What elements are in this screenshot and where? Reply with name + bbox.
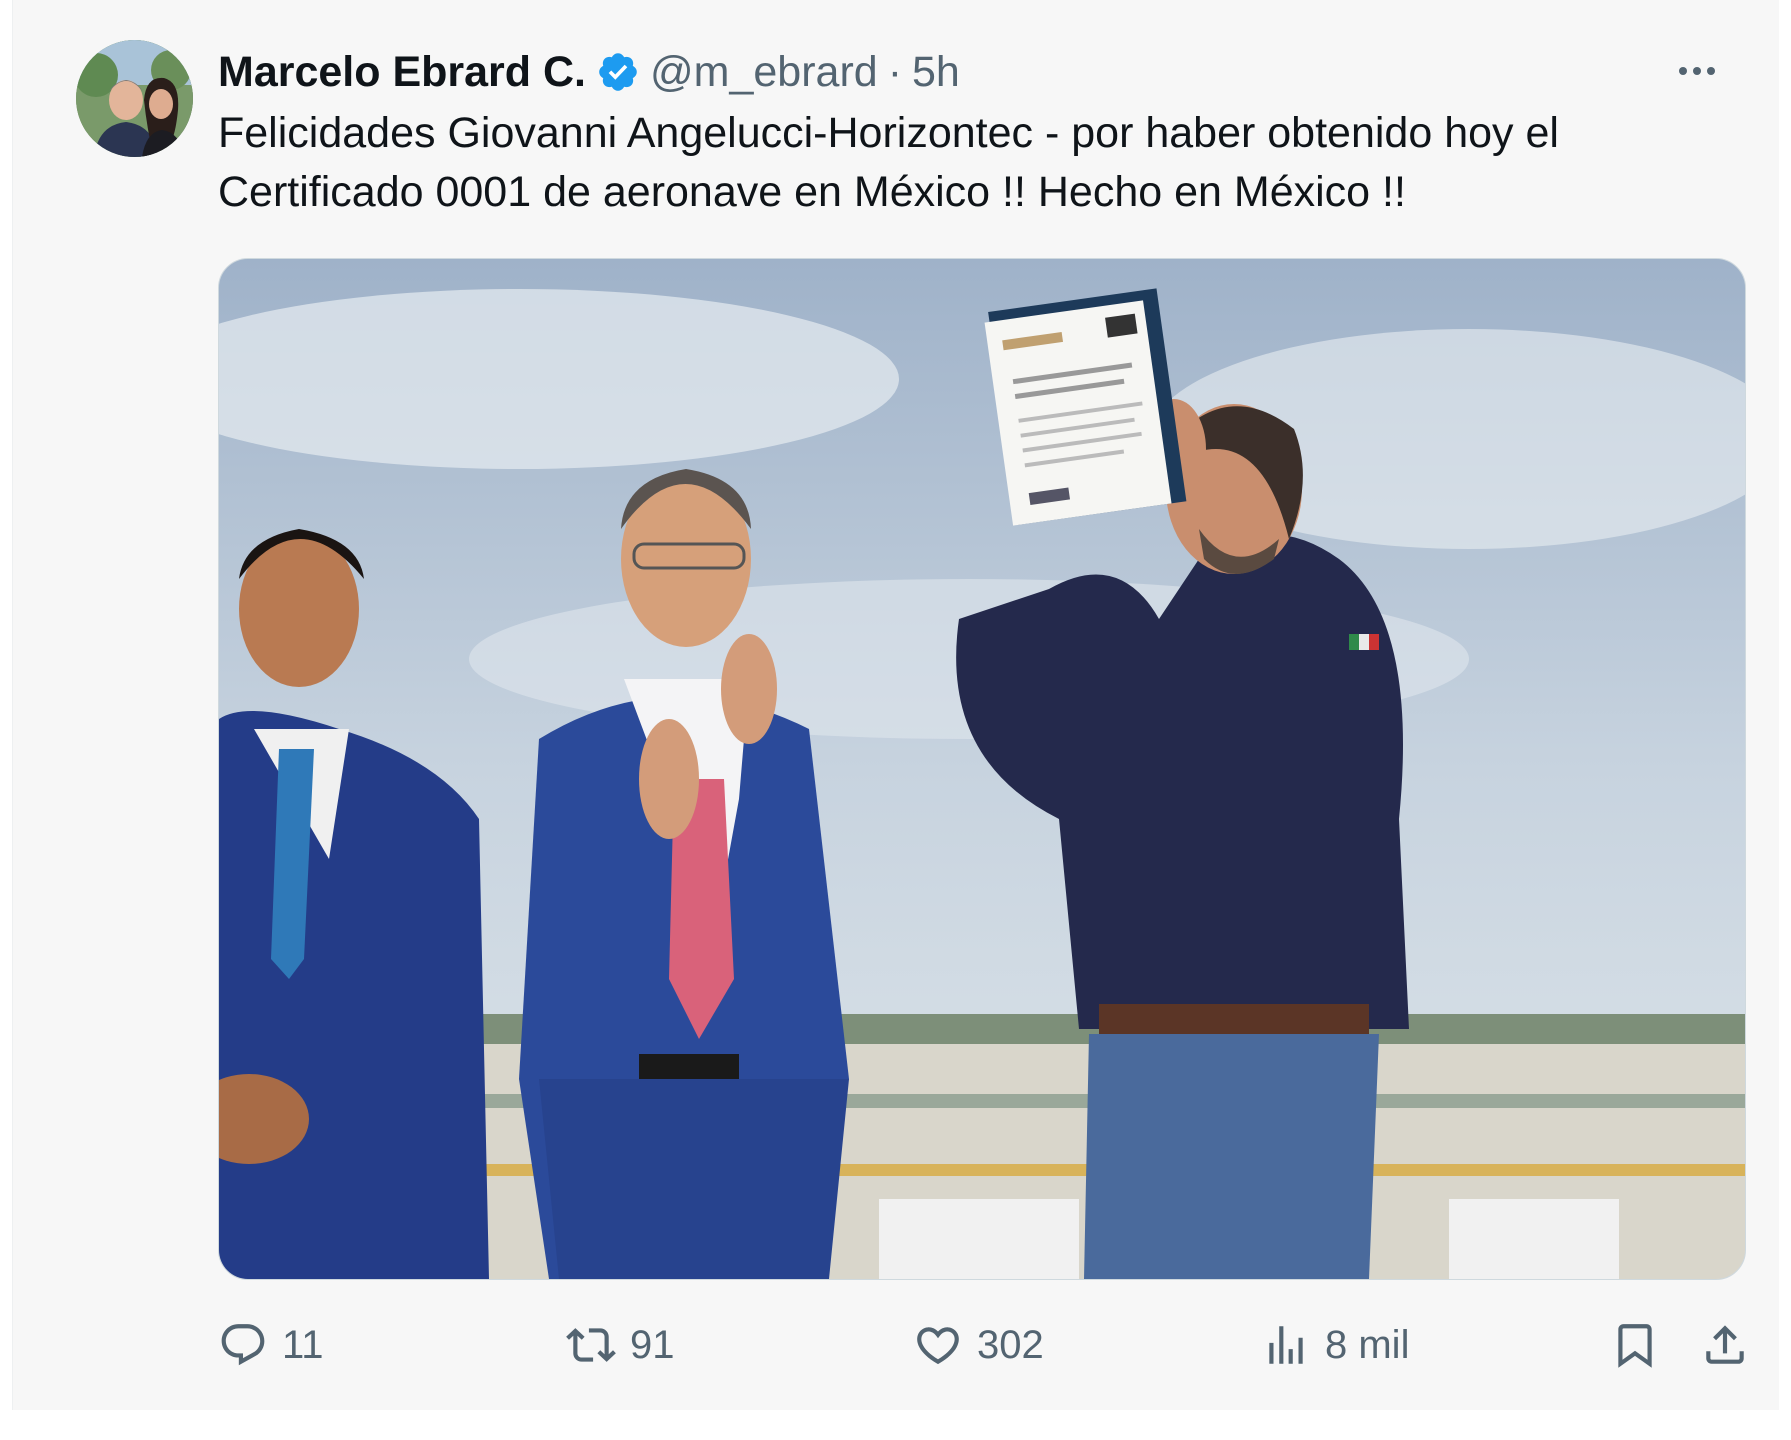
reply-count: 11	[282, 1322, 324, 1367]
heart-icon	[917, 1327, 959, 1365]
share-button[interactable]	[1700, 1315, 1750, 1375]
views-count: 8 mil	[1325, 1322, 1410, 1367]
like-button[interactable]: 302	[913, 1315, 1044, 1375]
repost-icon	[566, 1328, 616, 1362]
more-options-icon[interactable]	[1667, 46, 1727, 96]
author-avatar[interactable]	[76, 40, 193, 157]
verified-badge-icon[interactable]	[596, 50, 640, 94]
like-count: 302	[977, 1322, 1044, 1367]
tweet-photo[interactable]	[218, 258, 1746, 1280]
author-name[interactable]: Marcelo Ebrard C.	[218, 48, 586, 97]
separator-dot: ·	[887, 47, 903, 96]
repost-button[interactable]: 91	[566, 1315, 675, 1375]
views-button[interactable]: 8 mil	[1261, 1315, 1409, 1375]
tweet-header: Marcelo Ebrard C. @m_ebrard · 5h	[218, 42, 960, 102]
avatar-image	[76, 40, 193, 157]
tweet-card[interactable]: Marcelo Ebrard C. @m_ebrard · 5h Felicid…	[12, 0, 1779, 1410]
photo-image	[219, 259, 1745, 1279]
share-icon	[1706, 1325, 1744, 1364]
reply-button[interactable]: 11	[218, 1315, 324, 1375]
page-bottom-strip	[12, 1410, 1778, 1440]
tweet-actions-bar: 11 91 302 8 mil	[218, 1315, 1748, 1375]
tweet-text: Felicidades Giovanni Angelucci-Horizonte…	[218, 109, 1559, 216]
tweet-timestamp[interactable]: 5h	[912, 48, 960, 97]
bookmark-icon	[1618, 1324, 1652, 1368]
repost-count: 91	[630, 1322, 675, 1367]
author-handle[interactable]: @m_ebrard	[650, 48, 878, 97]
bookmark-button[interactable]	[1610, 1315, 1660, 1375]
analytics-icon	[1269, 1326, 1303, 1364]
reply-icon	[221, 1324, 265, 1366]
